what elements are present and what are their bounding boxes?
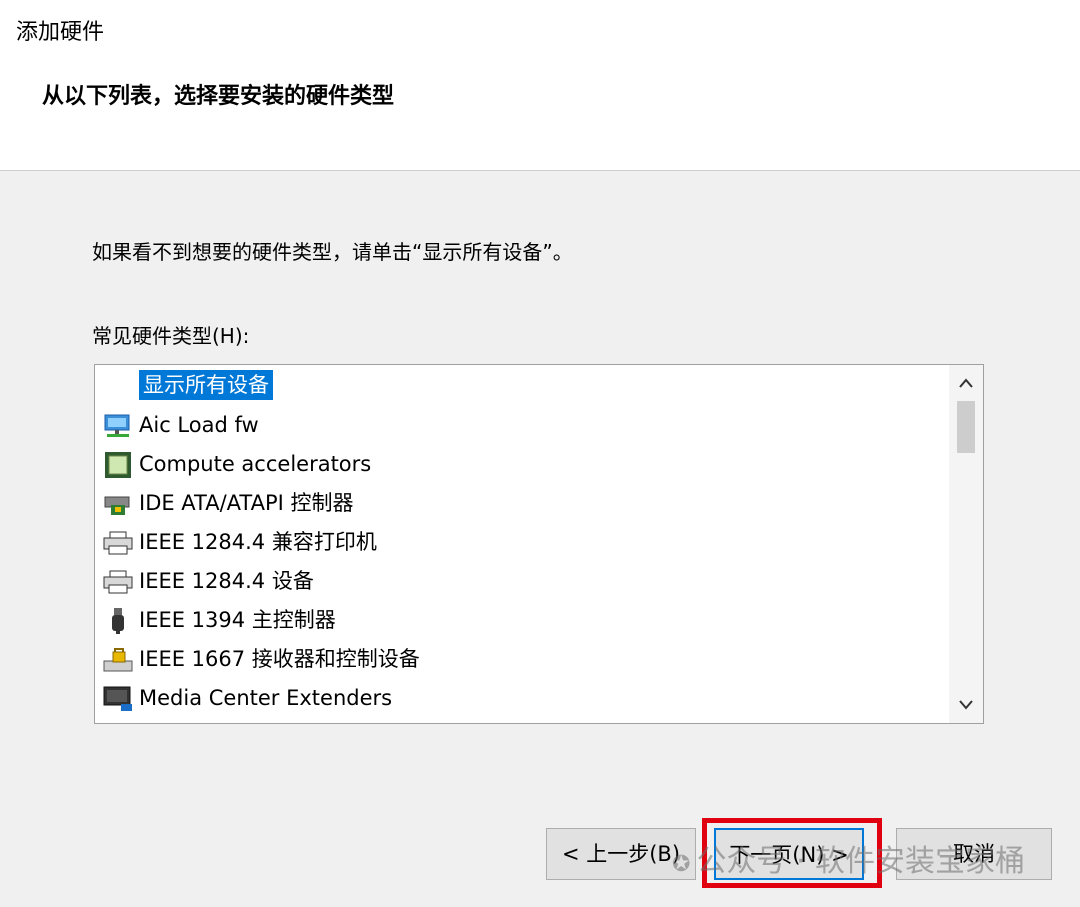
watermark-text: 公众号 · 软件安装宝家桶 xyxy=(696,844,1026,879)
chevron-up-icon xyxy=(959,372,973,393)
lock-drive-icon xyxy=(103,647,133,673)
list-item-label: IEEE 1284.4 兼容打印机 xyxy=(139,530,377,554)
vertical-scrollbar[interactable] xyxy=(949,365,983,723)
list-item[interactable]: Media Center Extenders xyxy=(103,680,943,716)
list-item-label: Media Center Extenders xyxy=(139,686,393,710)
list-item-label: IEEE 1394 主控制器 xyxy=(139,608,336,632)
list-item[interactable]: Compute accelerators xyxy=(103,446,943,482)
list-item[interactable]: IEEE 1667 接收器和控制设备 xyxy=(103,641,943,677)
list-item[interactable]: Aic Load fw xyxy=(103,407,943,443)
window-title: 添加硬件 xyxy=(16,20,105,45)
watermark: ✪ 公众号 · 软件安装宝家桶 xyxy=(672,836,1025,880)
chevron-down-icon xyxy=(959,694,973,715)
ide-controller-icon xyxy=(103,491,133,517)
network-computer-icon xyxy=(103,413,133,439)
scroll-thumb[interactable] xyxy=(957,401,975,453)
printer-icon xyxy=(103,530,133,556)
chip-icon xyxy=(103,452,133,478)
hardware-type-listbox[interactable]: 显示所有设备 Aic Load fw Compute accelerators xyxy=(94,364,984,724)
list-item[interactable]: 显示所有设备 xyxy=(103,367,943,403)
hardware-type-list-label: 常见硬件类型(H): xyxy=(92,324,250,348)
list-item-label: IEEE 1284.4 设备 xyxy=(139,569,314,593)
list-item[interactable]: IEEE 1284.4 设备 xyxy=(103,563,943,599)
list-item[interactable]: IEEE 1394 主控制器 xyxy=(103,602,943,638)
instruction-text: 如果看不到想要的硬件类型，请单击“显示所有设备”。 xyxy=(92,240,573,264)
usb-plug-icon xyxy=(103,608,133,634)
page-header-title: 从以下列表，选择要安装的硬件类型 xyxy=(42,84,395,109)
monitor-icon xyxy=(103,686,133,712)
scroll-up-button[interactable] xyxy=(949,365,983,401)
list-item-label: IDE ATA/ATAPI 控制器 xyxy=(139,491,354,515)
list-item[interactable]: IEEE 1284.4 兼容打印机 xyxy=(103,524,943,560)
scroll-down-button[interactable] xyxy=(949,687,983,723)
wechat-icon: ✪ xyxy=(672,852,691,877)
list-item-label: Compute accelerators xyxy=(139,452,372,476)
printer-icon xyxy=(103,569,133,595)
list-item[interactable]: IDE ATA/ATAPI 控制器 xyxy=(103,485,943,521)
list-item-label: Aic Load fw xyxy=(139,413,259,437)
list-item-label: 显示所有设备 xyxy=(139,370,273,400)
list-item-label: IEEE 1667 接收器和控制设备 xyxy=(139,647,420,671)
